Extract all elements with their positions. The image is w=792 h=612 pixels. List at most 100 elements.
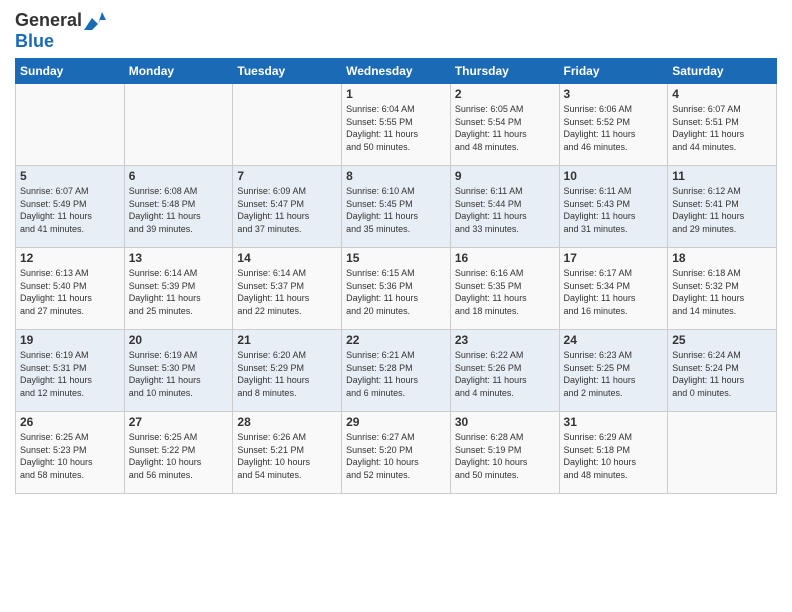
logo-blue-word: Blue bbox=[15, 31, 54, 51]
calendar-cell: 31 Sunrise: 6:29 AM Sunset: 5:18 PM Dayli… bbox=[559, 412, 668, 494]
day-number: 11 bbox=[672, 169, 772, 183]
day-number: 18 bbox=[672, 251, 772, 265]
logo: General Blue bbox=[15, 10, 106, 52]
day-info: Sunrise: 6:14 AM Sunset: 5:39 PM Dayligh… bbox=[129, 267, 229, 317]
day-number: 22 bbox=[346, 333, 446, 347]
day-number: 24 bbox=[564, 333, 664, 347]
day-info: Sunrise: 6:19 AM Sunset: 5:31 PM Dayligh… bbox=[20, 349, 120, 399]
day-number: 13 bbox=[129, 251, 229, 265]
day-number: 25 bbox=[672, 333, 772, 347]
day-number: 15 bbox=[346, 251, 446, 265]
day-number: 8 bbox=[346, 169, 446, 183]
day-number: 1 bbox=[346, 87, 446, 101]
weekday-header-row: SundayMondayTuesdayWednesdayThursdayFrid… bbox=[16, 59, 777, 84]
calendar-cell: 21 Sunrise: 6:20 AM Sunset: 5:29 PM Dayli… bbox=[233, 330, 342, 412]
day-number: 27 bbox=[129, 415, 229, 429]
week-row-1: 1 Sunrise: 6:04 AM Sunset: 5:55 PM Daylig… bbox=[16, 84, 777, 166]
logo-top: General bbox=[15, 10, 106, 31]
week-row-4: 19 Sunrise: 6:19 AM Sunset: 5:31 PM Dayli… bbox=[16, 330, 777, 412]
calendar-cell: 25 Sunrise: 6:24 AM Sunset: 5:24 PM Dayli… bbox=[668, 330, 777, 412]
day-number: 2 bbox=[455, 87, 555, 101]
calendar-cell: 15 Sunrise: 6:15 AM Sunset: 5:36 PM Dayli… bbox=[342, 248, 451, 330]
day-info: Sunrise: 6:25 AM Sunset: 5:23 PM Dayligh… bbox=[20, 431, 120, 481]
weekday-header-saturday: Saturday bbox=[668, 59, 777, 84]
day-number: 3 bbox=[564, 87, 664, 101]
logo-general-text: General bbox=[15, 10, 82, 31]
calendar-cell: 8Sunrise: 6:10 AM Sunset: 5:45 PM Daylig… bbox=[342, 166, 451, 248]
calendar-cell: 5 Sunrise: 6:07 AM Sunset: 5:49 PM Daylig… bbox=[16, 166, 125, 248]
calendar-cell: 3Sunrise: 6:06 AM Sunset: 5:52 PM Daylig… bbox=[559, 84, 668, 166]
weekday-header-friday: Friday bbox=[559, 59, 668, 84]
day-info: Sunrise: 6:15 AM Sunset: 5:36 PM Dayligh… bbox=[346, 267, 446, 317]
day-number: 30 bbox=[455, 415, 555, 429]
day-number: 7 bbox=[237, 169, 337, 183]
logo-container: General Blue bbox=[15, 10, 106, 52]
day-info: Sunrise: 6:26 AM Sunset: 5:21 PM Dayligh… bbox=[237, 431, 337, 481]
day-number: 12 bbox=[20, 251, 120, 265]
logo-arrow-icon bbox=[84, 12, 106, 30]
day-info: Sunrise: 6:29 AM Sunset: 5:18 PM Dayligh… bbox=[564, 431, 664, 481]
day-number: 26 bbox=[20, 415, 120, 429]
weekday-header-tuesday: Tuesday bbox=[233, 59, 342, 84]
day-number: 29 bbox=[346, 415, 446, 429]
day-number: 28 bbox=[237, 415, 337, 429]
calendar-cell: 7 Sunrise: 6:09 AM Sunset: 5:47 PM Daylig… bbox=[233, 166, 342, 248]
day-number: 4 bbox=[672, 87, 772, 101]
calendar-cell: 12 Sunrise: 6:13 AM Sunset: 5:40 PM Dayli… bbox=[16, 248, 125, 330]
calendar-cell: 26 Sunrise: 6:25 AM Sunset: 5:23 PM Dayli… bbox=[16, 412, 125, 494]
day-info: Sunrise: 6:11 AM Sunset: 5:44 PM Dayligh… bbox=[455, 185, 555, 235]
day-number: 9 bbox=[455, 169, 555, 183]
day-info: Sunrise: 6:18 AM Sunset: 5:32 PM Dayligh… bbox=[672, 267, 772, 317]
day-info: Sunrise: 6:09 AM Sunset: 5:47 PM Dayligh… bbox=[237, 185, 337, 235]
day-info: Sunrise: 6:19 AM Sunset: 5:30 PM Dayligh… bbox=[129, 349, 229, 399]
week-row-3: 12 Sunrise: 6:13 AM Sunset: 5:40 PM Dayli… bbox=[16, 248, 777, 330]
day-number: 10 bbox=[564, 169, 664, 183]
day-info: Sunrise: 6:16 AM Sunset: 5:35 PM Dayligh… bbox=[455, 267, 555, 317]
day-info: Sunrise: 6:20 AM Sunset: 5:29 PM Dayligh… bbox=[237, 349, 337, 399]
day-number: 17 bbox=[564, 251, 664, 265]
weekday-header-sunday: Sunday bbox=[16, 59, 125, 84]
day-info: Sunrise: 6:05 AM Sunset: 5:54 PM Dayligh… bbox=[455, 103, 555, 153]
calendar-cell: 28 Sunrise: 6:26 AM Sunset: 5:21 PM Dayli… bbox=[233, 412, 342, 494]
day-info: Sunrise: 6:08 AM Sunset: 5:48 PM Dayligh… bbox=[129, 185, 229, 235]
day-info: Sunrise: 6:21 AM Sunset: 5:28 PM Dayligh… bbox=[346, 349, 446, 399]
calendar-cell: 9 Sunrise: 6:11 AM Sunset: 5:44 PM Daylig… bbox=[450, 166, 559, 248]
logo-blue-line: Blue bbox=[15, 31, 54, 52]
day-number: 23 bbox=[455, 333, 555, 347]
header: General Blue bbox=[15, 10, 777, 52]
calendar-cell: 13 Sunrise: 6:14 AM Sunset: 5:39 PM Dayli… bbox=[124, 248, 233, 330]
day-number: 20 bbox=[129, 333, 229, 347]
calendar-cell: 10Sunrise: 6:11 AM Sunset: 5:43 PM Dayli… bbox=[559, 166, 668, 248]
calendar-cell: 19 Sunrise: 6:19 AM Sunset: 5:31 PM Dayli… bbox=[16, 330, 125, 412]
day-number: 5 bbox=[20, 169, 120, 183]
calendar-cell bbox=[124, 84, 233, 166]
calendar-cell: 24 Sunrise: 6:23 AM Sunset: 5:25 PM Dayli… bbox=[559, 330, 668, 412]
day-number: 21 bbox=[237, 333, 337, 347]
calendar-cell: 22 Sunrise: 6:21 AM Sunset: 5:28 PM Dayli… bbox=[342, 330, 451, 412]
day-number: 6 bbox=[129, 169, 229, 183]
calendar-cell: 30 Sunrise: 6:28 AM Sunset: 5:19 PM Dayli… bbox=[450, 412, 559, 494]
calendar-cell: 29 Sunrise: 6:27 AM Sunset: 5:20 PM Dayli… bbox=[342, 412, 451, 494]
calendar-cell: 20 Sunrise: 6:19 AM Sunset: 5:30 PM Dayli… bbox=[124, 330, 233, 412]
day-info: Sunrise: 6:22 AM Sunset: 5:26 PM Dayligh… bbox=[455, 349, 555, 399]
day-info: Sunrise: 6:27 AM Sunset: 5:20 PM Dayligh… bbox=[346, 431, 446, 481]
calendar-cell: 16Sunrise: 6:16 AM Sunset: 5:35 PM Dayli… bbox=[450, 248, 559, 330]
day-number: 19 bbox=[20, 333, 120, 347]
page: General Blue SundayMondayTuesdayWednesda… bbox=[0, 0, 792, 612]
calendar-cell: 14Sunrise: 6:14 AM Sunset: 5:37 PM Dayli… bbox=[233, 248, 342, 330]
day-info: Sunrise: 6:24 AM Sunset: 5:24 PM Dayligh… bbox=[672, 349, 772, 399]
day-info: Sunrise: 6:23 AM Sunset: 5:25 PM Dayligh… bbox=[564, 349, 664, 399]
calendar-cell: 27Sunrise: 6:25 AM Sunset: 5:22 PM Dayli… bbox=[124, 412, 233, 494]
calendar-cell: 11Sunrise: 6:12 AM Sunset: 5:41 PM Dayli… bbox=[668, 166, 777, 248]
day-info: Sunrise: 6:13 AM Sunset: 5:40 PM Dayligh… bbox=[20, 267, 120, 317]
calendar-cell: 17Sunrise: 6:17 AM Sunset: 5:34 PM Dayli… bbox=[559, 248, 668, 330]
day-info: Sunrise: 6:28 AM Sunset: 5:19 PM Dayligh… bbox=[455, 431, 555, 481]
calendar-cell: 4 Sunrise: 6:07 AM Sunset: 5:51 PM Daylig… bbox=[668, 84, 777, 166]
weekday-header-wednesday: Wednesday bbox=[342, 59, 451, 84]
day-number: 31 bbox=[564, 415, 664, 429]
weekday-header-monday: Monday bbox=[124, 59, 233, 84]
day-info: Sunrise: 6:04 AM Sunset: 5:55 PM Dayligh… bbox=[346, 103, 446, 153]
calendar-cell bbox=[233, 84, 342, 166]
day-info: Sunrise: 6:07 AM Sunset: 5:51 PM Dayligh… bbox=[672, 103, 772, 153]
day-info: Sunrise: 6:07 AM Sunset: 5:49 PM Dayligh… bbox=[20, 185, 120, 235]
